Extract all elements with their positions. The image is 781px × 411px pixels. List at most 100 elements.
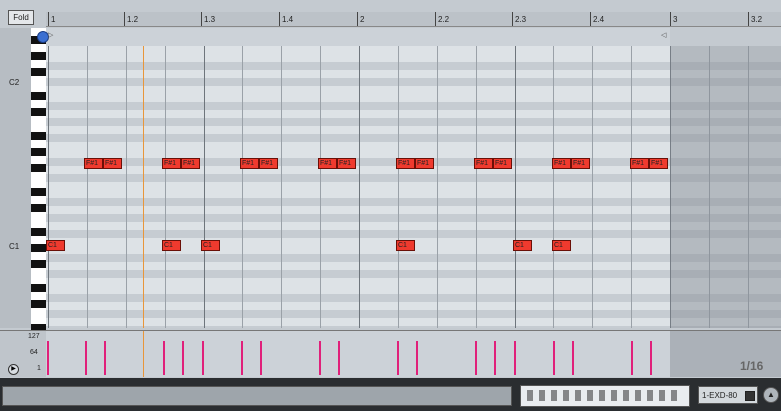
- velocity-stem[interactable]: [85, 341, 87, 375]
- grid-line: [242, 46, 243, 328]
- black-key[interactable]: [31, 132, 46, 140]
- black-key[interactable]: [31, 284, 46, 292]
- midi-note-c1[interactable]: C1: [396, 240, 415, 251]
- ruler-label: 3.2: [751, 15, 763, 24]
- velocity-stem[interactable]: [319, 341, 321, 375]
- midi-note-c1[interactable]: C1: [552, 240, 571, 251]
- device-selector[interactable]: 1-EXD-80: [698, 386, 758, 404]
- velocity-stem[interactable]: [514, 341, 516, 375]
- velocity-stem[interactable]: [163, 341, 165, 375]
- midi-note-f#1[interactable]: F#1: [415, 158, 434, 169]
- midi-note-c1[interactable]: C1: [201, 240, 220, 251]
- device-name: 1-EXD-80: [702, 391, 738, 400]
- black-key[interactable]: [31, 300, 46, 308]
- black-key[interactable]: [31, 68, 46, 76]
- velocity-stem[interactable]: [241, 341, 243, 375]
- midi-note-f#1[interactable]: F#1: [630, 158, 649, 169]
- black-key[interactable]: [31, 260, 46, 268]
- midi-note-f#1[interactable]: F#1: [259, 158, 278, 169]
- velocity-stem[interactable]: [338, 341, 340, 375]
- black-key[interactable]: [31, 52, 46, 60]
- black-key[interactable]: [31, 244, 46, 252]
- midi-note-f#1[interactable]: F#1: [552, 158, 571, 169]
- ruler-label: 1: [51, 15, 56, 24]
- black-key[interactable]: [31, 204, 46, 212]
- clip-overview-notes: [527, 390, 677, 401]
- scroll-up-icon[interactable]: ▲: [763, 387, 779, 403]
- grid-line: [165, 46, 166, 328]
- midi-note-c1[interactable]: C1: [513, 240, 532, 251]
- ruler-label: 1.3: [204, 15, 216, 24]
- triangle-marker-left-icon: ▷: [48, 32, 54, 39]
- midi-note-c1[interactable]: C1: [46, 240, 65, 251]
- black-key[interactable]: [31, 188, 46, 196]
- velocity-stem[interactable]: [182, 341, 184, 375]
- grid-line: [87, 46, 88, 328]
- velocity-out-of-clip: [670, 331, 781, 377]
- piano-keys[interactable]: [31, 28, 46, 332]
- ruler-tick: [48, 12, 49, 26]
- grid-line: [126, 46, 127, 328]
- grid-line: [320, 46, 321, 328]
- midi-note-f#1[interactable]: F#1: [181, 158, 200, 169]
- midi-note-f#1[interactable]: F#1: [571, 158, 590, 169]
- clip-overview[interactable]: [520, 385, 690, 407]
- black-key[interactable]: [31, 108, 46, 116]
- ruler-label: 1.4: [282, 15, 294, 24]
- ruler-tick: [435, 12, 436, 26]
- key-label-c2: C2: [9, 78, 20, 87]
- ruler-tick: [590, 12, 591, 26]
- velocity-stem[interactable]: [553, 341, 555, 375]
- triangle-marker-right-icon: ◁: [661, 32, 667, 39]
- midi-clip-editor: Fold 1 1.2 1.3 1.4 2 2.2 2.3 2.4 3 3.2 C2 C1 ▷ ◁ …: [0, 0, 781, 411]
- velocity-stem[interactable]: [260, 341, 262, 375]
- midi-note-f#1[interactable]: F#1: [649, 158, 668, 169]
- velocity-stem[interactable]: [572, 341, 574, 375]
- velocity-stem[interactable]: [202, 341, 204, 375]
- velocity-stem[interactable]: [397, 341, 399, 375]
- ruler-label: 3: [673, 15, 678, 24]
- out-of-clip-region: [670, 46, 781, 328]
- device-box-icon: [745, 391, 755, 401]
- midi-note-f#1[interactable]: F#1: [318, 158, 337, 169]
- bottom-status-bar: 1-EXD-80 ▲: [0, 378, 781, 411]
- black-key[interactable]: [31, 164, 46, 172]
- grid-line: [476, 46, 477, 328]
- black-key[interactable]: [31, 92, 46, 100]
- ruler-label: 1.2: [127, 15, 139, 24]
- velocity-play-icon[interactable]: ▶: [8, 364, 19, 375]
- midi-note-f#1[interactable]: F#1: [337, 158, 356, 169]
- velocity-stem[interactable]: [494, 341, 496, 375]
- midi-note-f#1[interactable]: F#1: [103, 158, 122, 169]
- ruler-tick: [279, 12, 280, 26]
- velocity-lane[interactable]: [46, 331, 781, 377]
- midi-note-f#1[interactable]: F#1: [84, 158, 103, 169]
- horizontal-scrollbar[interactable]: [2, 386, 512, 406]
- piano-keyboard[interactable]: C2 C1: [0, 28, 47, 332]
- grid-fraction: 1/16: [740, 359, 764, 373]
- key-label-c1: C1: [9, 242, 20, 251]
- midi-note-f#1[interactable]: F#1: [162, 158, 181, 169]
- velocity-stem[interactable]: [650, 341, 652, 375]
- velocity-tick-127: 127: [28, 333, 40, 340]
- time-ruler[interactable]: 1 1.2 1.3 1.4 2 2.2 2.3 2.4 3 3.2: [46, 12, 781, 27]
- note-grid[interactable]: F#1 F#1 F#1 F#1 F#1 F#1 F#1 F#1 F#1 F#1 F#1 F#1 F#1 F…: [46, 46, 781, 328]
- black-key[interactable]: [31, 228, 46, 236]
- midi-note-f#1[interactable]: F#1: [240, 158, 259, 169]
- midi-note-c1[interactable]: C1: [162, 240, 181, 251]
- velocity-stem[interactable]: [631, 341, 633, 375]
- velocity-stem[interactable]: [416, 341, 418, 375]
- midi-note-f#1[interactable]: F#1: [396, 158, 415, 169]
- black-key[interactable]: [31, 148, 46, 156]
- velocity-editor[interactable]: 127 64 1 ▶ 1/16: [0, 330, 781, 377]
- grid-line: [48, 46, 49, 328]
- velocity-stem[interactable]: [104, 341, 106, 375]
- midi-note-f#1[interactable]: F#1: [474, 158, 493, 169]
- velocity-stem[interactable]: [475, 341, 477, 375]
- velocity-stem[interactable]: [47, 341, 49, 375]
- midi-note-f#1[interactable]: F#1: [493, 158, 512, 169]
- playhead: [143, 46, 144, 328]
- grid-line: [515, 46, 516, 328]
- ruler-label: 2.3: [515, 15, 527, 24]
- fold-button[interactable]: Fold: [8, 10, 34, 25]
